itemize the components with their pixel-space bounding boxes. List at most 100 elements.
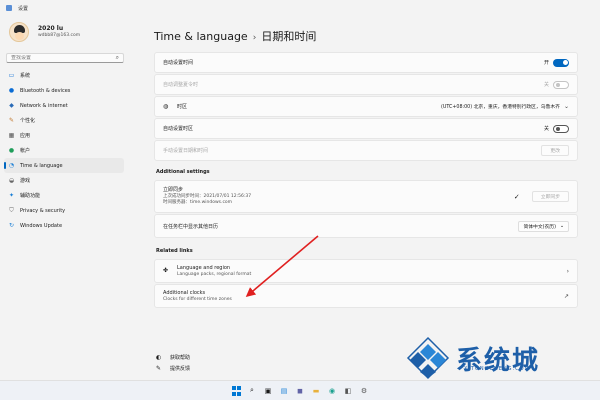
file-explorer-icon[interactable]: ▬ (311, 385, 322, 396)
calendar-label: 在任务栏中显示其他日历 (163, 223, 219, 230)
get-help-link[interactable]: ◐ 获取帮助 (156, 352, 190, 363)
checkmark-icon: ✓ (513, 192, 520, 201)
person-icon: ● (8, 147, 15, 154)
language-region-sub: Language packs, regional format (177, 271, 252, 277)
feedback-link[interactable]: ✎ 提供反馈 (156, 363, 190, 374)
change-button[interactable]: 更改 (541, 145, 569, 156)
sidebar-item-network[interactable]: ◆ Network & internet (4, 98, 124, 113)
sidebar-item-gaming[interactable]: ◒ 游戏 (4, 173, 124, 188)
chevron-down-icon: ⌄ (559, 223, 564, 229)
auto-time-state: 开 (543, 60, 549, 66)
bluetooth-icon: ● (8, 87, 15, 94)
breadcrumb-chevron-icon: › (252, 33, 257, 43)
sidebar-item-personalization[interactable]: ✎ 个性化 (4, 113, 124, 128)
language-region-link[interactable]: ✤ Language and region Language packs, re… (154, 259, 578, 283)
gamepad-icon: ◒ (8, 177, 15, 184)
user-profile[interactable]: 2020 lu wdbb87@163.com (9, 22, 80, 42)
brush-icon: ✎ (8, 117, 15, 124)
sidebar-item-time-language[interactable]: ◔ Time & language (4, 158, 124, 173)
store-icon[interactable]: ◧ (343, 385, 354, 396)
globe-icon: ◍ (163, 102, 169, 110)
auto-dst-label: 自动调整夏令时 (163, 82, 199, 88)
sync-row: 立即同步 上次成功同步时间：2021/07/01 12:56:37 时间服务器：… (154, 180, 578, 213)
calendar-value: 简体中文(农历) (523, 224, 556, 230)
sidebar-item-label: Privacy & security (20, 207, 66, 214)
language-region-label: Language and region (177, 264, 231, 271)
edge-icon[interactable]: ◉ (327, 385, 338, 396)
sidebar-item-label: 应用 (20, 133, 31, 139)
page-title: Time & language › 日期和时间 (154, 28, 316, 44)
task-view-icon[interactable]: ▣ (263, 385, 274, 396)
window-title: 设置 (18, 5, 29, 12)
sidebar-item-privacy[interactable]: ⛉ Privacy & security (4, 203, 124, 218)
sidebar-item-label: 游戏 (20, 178, 31, 184)
sync-server: 时间服务器：time.windows.com (163, 200, 233, 205)
monitor-icon: ▭ (8, 72, 15, 79)
external-link-icon: ↗ (563, 292, 569, 300)
globe-clock-icon: ◔ (8, 162, 15, 169)
timezone-dropdown[interactable]: (UTC+08:00) 北京，重庆，香港特别行政区，乌鲁木齐 (441, 103, 560, 110)
sync-label: 立即同步 (163, 187, 184, 193)
search-icon[interactable]: ⌕ (247, 385, 258, 396)
search-input[interactable] (11, 55, 101, 61)
auto-dst-toggle[interactable] (553, 80, 569, 89)
sidebar-item-label: 帐户 (20, 148, 31, 154)
sidebar-item-bluetooth[interactable]: ● Bluetooth & devices (4, 83, 124, 98)
apps-icon: ▦ (8, 132, 15, 139)
settings-taskbar-icon[interactable]: ⚙ (359, 385, 370, 396)
feedback-label: 提供反馈 (170, 366, 191, 372)
language-icon: ✤ (163, 267, 169, 274)
sidebar-item-accessibility[interactable]: ✦ 辅助功能 (4, 188, 124, 203)
start-icon[interactable] (231, 385, 242, 396)
settings-window: 设置 2020 lu wdbb87@163.com ⌕ ▭ 系统 ● Bluet… (0, 0, 600, 380)
additional-settings-heading: Additional settings (156, 169, 210, 175)
search-box[interactable]: ⌕ (6, 53, 124, 63)
shield-icon: ⛉ (9, 207, 14, 214)
auto-timezone-state: 关 (543, 126, 549, 132)
sidebar-item-label: Bluetooth & devices (20, 87, 71, 94)
sidebar-item-windows-update[interactable]: ↻ Windows Update (4, 218, 124, 233)
search-icon[interactable]: ⌕ (116, 54, 119, 62)
sidebar-item-accounts[interactable]: ● 帐户 (4, 143, 124, 158)
sidebar-item-apps[interactable]: ▦ 应用 (4, 128, 124, 143)
sync-now-button[interactable]: 立即同步 (531, 191, 569, 202)
calendar-dropdown[interactable]: 简体中文(农历) ⌄ (518, 220, 569, 232)
auto-timezone-label: 自动设置时区 (163, 126, 194, 132)
sidebar-item-label: 个性化 (20, 118, 36, 124)
settings-app-icon (6, 5, 12, 11)
sidebar-item-label: Time & language (20, 162, 63, 169)
additional-clocks-label: Additional clocks (163, 289, 206, 296)
taskbar: ⌕ ▣ ▤ ◼ ▬ ◉ ◧ ⚙ (0, 380, 600, 400)
additional-clocks-link[interactable]: Additional clocks Clocks for different t… (154, 284, 578, 308)
profile-name: 2020 lu (38, 25, 64, 32)
help-icon: ◐ (156, 354, 162, 361)
title-bar: 设置 (0, 0, 600, 16)
auto-time-label: 自动设置时间 (163, 60, 194, 66)
watermark: 系统城 XITONGCHENG.COM (406, 336, 540, 380)
feedback-icon: ✎ (156, 365, 162, 372)
update-icon: ↻ (8, 222, 15, 229)
auto-time-row: 自动设置时间 开 (154, 52, 578, 73)
auto-time-toggle[interactable] (553, 58, 569, 67)
auto-dst-state: 关 (543, 82, 549, 88)
timezone-label: 时区 (177, 104, 188, 110)
chevron-right-icon: › (566, 267, 569, 275)
auto-timezone-toggle[interactable] (553, 124, 569, 133)
sidebar-item-system[interactable]: ▭ 系统 (4, 68, 124, 83)
sidebar-item-label: 系统 (20, 73, 31, 79)
footer-links: ◐ 获取帮助 ✎ 提供反馈 (156, 352, 190, 374)
related-links-heading: Related links (156, 248, 193, 254)
sidebar-item-label: Windows Update (20, 222, 63, 229)
avatar (9, 22, 29, 42)
sidebar-item-label: 辅助功能 (20, 193, 41, 199)
sidebar-nav: ▭ 系统 ● Bluetooth & devices ◆ Network & i… (4, 68, 124, 233)
watermark-subtext: XITONGCHENG.COM (464, 366, 530, 372)
main-content: 自动设置时间 开 自动调整夏令时 关 ◍ 时区 (UTC+08:00) 北京，重… (154, 52, 578, 309)
breadcrumb-section[interactable]: Time & language (154, 30, 248, 43)
watermark-logo-icon (406, 336, 450, 380)
chevron-down-icon[interactable]: ⌄ (564, 103, 569, 110)
chat-icon[interactable]: ◼ (295, 385, 306, 396)
calendar-row: 在任务栏中显示其他日历 简体中文(农历) ⌄ (154, 214, 578, 238)
widgets-icon[interactable]: ▤ (279, 385, 290, 396)
timezone-row: ◍ 时区 (UTC+08:00) 北京，重庆，香港特别行政区，乌鲁木齐 ⌄ (154, 96, 578, 117)
